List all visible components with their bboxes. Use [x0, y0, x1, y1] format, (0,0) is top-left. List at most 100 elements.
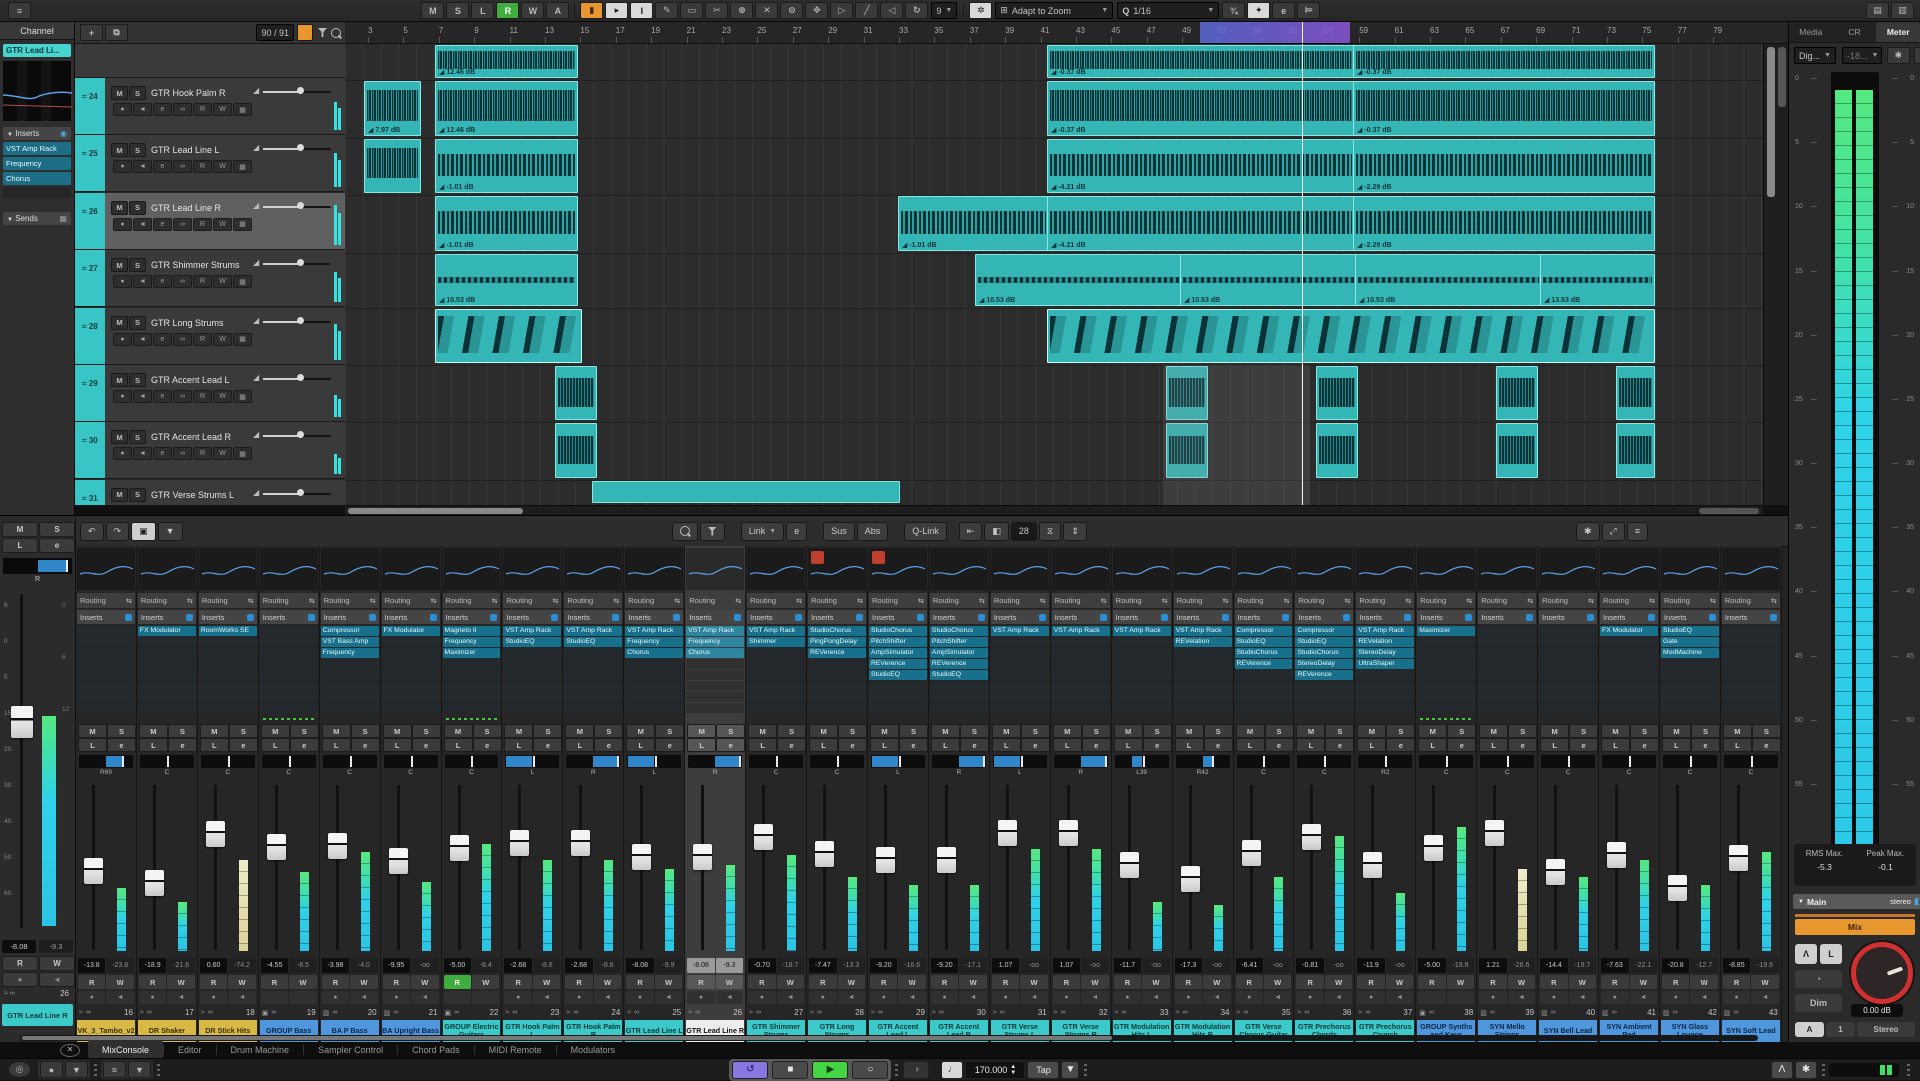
insert-slot[interactable]	[808, 681, 866, 691]
track-sub-button-6[interactable]: ▦	[233, 103, 252, 116]
insert-slot[interactable]	[443, 681, 501, 691]
channel-write-button[interactable]: W	[959, 975, 986, 989]
channel-fader-handle[interactable]	[1242, 840, 1261, 866]
track-row-partial[interactable]	[75, 44, 345, 78]
channel-read-button[interactable]: R	[1601, 975, 1628, 989]
audio-event[interactable]: ◢ 10.53 dB	[975, 254, 1182, 306]
insert-slot[interactable]	[869, 692, 927, 702]
track-sub-button-6[interactable]: ▦	[233, 447, 252, 460]
channel-record-icon[interactable]: ●	[870, 991, 897, 1004]
track-solo-button[interactable]: S	[129, 488, 146, 502]
strip-read-button[interactable]: R	[2, 956, 38, 971]
insert-slot[interactable]	[503, 659, 561, 669]
audio-event[interactable]	[1616, 423, 1655, 478]
insert-slot[interactable]	[1235, 681, 1293, 691]
insert-slot[interactable]	[930, 692, 988, 702]
channel-solo-button[interactable]: S	[1691, 724, 1720, 738]
channel-routing-header[interactable]: Routing⇆	[808, 593, 866, 608]
track-sub-button-1[interactable]: ◄	[133, 447, 152, 460]
insert-slot[interactable]	[869, 681, 927, 691]
channel-edit-button[interactable]: e	[229, 738, 258, 752]
channel-routing-header[interactable]: Routing⇆	[1600, 593, 1658, 608]
channel-fader-handle[interactable]	[1120, 852, 1139, 878]
insert-slot[interactable]	[1661, 703, 1719, 713]
channel-listen-button[interactable]: L	[1723, 738, 1752, 752]
channel-solo-button[interactable]: S	[1386, 724, 1415, 738]
insert-slot[interactable]	[1052, 692, 1110, 702]
channel-routing-header[interactable]: Routing⇆	[199, 593, 257, 608]
insert-slot[interactable]: REVerence	[1295, 670, 1353, 680]
channel-routing-header[interactable]: Routing⇆	[625, 593, 683, 608]
track-visibility-count[interactable]: 90 / 91	[256, 24, 294, 41]
channel-write-button[interactable]: W	[472, 975, 499, 989]
insert-slot[interactable]: Shimmer	[747, 637, 805, 647]
channel-write-button[interactable]: W	[289, 975, 316, 989]
channel-solo-button[interactable]: S	[1630, 724, 1659, 738]
channel-routing-header[interactable]: Routing⇆	[1539, 593, 1597, 608]
mixer-channel[interactable]: Routing⇆InsertsVST Amp RackShimmerMSLeC-…	[746, 546, 807, 1043]
insert-slot[interactable]	[1722, 626, 1780, 636]
arrange-horizontal-scrollbar[interactable]	[345, 505, 1763, 515]
insert-slot[interactable]	[1113, 659, 1171, 669]
insert-slot[interactable]: VST Amp Rack	[686, 626, 744, 636]
channel-read-button[interactable]: R	[383, 975, 410, 989]
insert-slot[interactable]: REVerence	[808, 648, 866, 658]
mixer-channel[interactable]: Routing⇆InsertsVST Amp RackMSLeL39-11.7-…	[1112, 546, 1173, 1043]
insert-slot[interactable]	[1539, 703, 1597, 713]
insert-slot[interactable]: RoomWorks SE	[199, 626, 257, 636]
insert-slot[interactable]: Frequency	[625, 637, 683, 647]
metronome-icon[interactable]: ♩	[941, 1061, 963, 1079]
right-tab-meter[interactable]: Meter	[1876, 22, 1920, 42]
absolute-button[interactable]: Abs	[857, 522, 889, 541]
erase-icon[interactable]: ▭	[680, 2, 703, 19]
visibility-lock-icon[interactable]	[297, 24, 313, 41]
channel-inserts-header[interactable]: Inserts	[1235, 610, 1293, 624]
insert-slot[interactable]	[199, 703, 257, 713]
insert-slot[interactable]	[625, 692, 683, 702]
channel-inserts-header[interactable]: Inserts	[1295, 610, 1353, 624]
mixer-channel[interactable]: Routing⇆InsertsVST Amp RackMSLeL1.07-ooR…	[990, 546, 1051, 1043]
insert-slot[interactable]	[1722, 648, 1780, 658]
timeline-ruler[interactable]: 3579111315171921232527293133353739414345…	[345, 22, 1788, 44]
event-display-area[interactable]: ◢ 12.46 dB◢ -0.37 dB◢ -0.37 dB◢ 7.97 dB◢…	[345, 44, 1763, 505]
channel-mute-button[interactable]: M	[1723, 724, 1752, 738]
track-solo-button[interactable]: S	[129, 373, 146, 387]
insert-slot[interactable]	[1417, 692, 1475, 702]
insert-slot[interactable]: Maximizer	[443, 648, 501, 658]
channel-solo-button[interactable]: S	[1082, 724, 1111, 738]
channel-curve-display[interactable]	[1722, 548, 1780, 590]
downmix-1-button[interactable]: 1	[1826, 1022, 1855, 1037]
channel-mute-button[interactable]: M	[687, 724, 716, 738]
channel-read-button[interactable]: R	[1357, 975, 1384, 989]
channel-routing-header[interactable]: Routing⇆	[1052, 593, 1110, 608]
channel-peak-value[interactable]: -8.6	[594, 958, 621, 973]
insert-slot[interactable]	[260, 648, 318, 658]
insert-slot[interactable]	[1539, 659, 1597, 669]
channel-solo-button[interactable]: S	[168, 724, 197, 738]
insert-slot[interactable]: ModMachine	[1661, 648, 1719, 658]
metronome-click-button[interactable]: Λ	[1795, 944, 1817, 964]
insert-slot[interactable]: Compressor	[1235, 626, 1293, 636]
insert-slot[interactable]: Frequency	[686, 637, 744, 647]
track-sub-button-4[interactable]: R	[193, 447, 212, 460]
insert-slot[interactable]	[1417, 703, 1475, 713]
track-row[interactable]: ≈ 26MSGTR Lead Line R◢●◄e∞RW▦	[75, 193, 345, 250]
track-mute-button[interactable]: M	[111, 316, 128, 330]
mixer-channel[interactable]: Routing⇆InsertsVST Amp RackStudioEQMSLeL…	[502, 546, 563, 1043]
channel-fader-handle[interactable]	[1729, 845, 1748, 871]
insert-slot[interactable]	[321, 681, 379, 691]
audio-event[interactable]: ◢ -2.29 dB	[1353, 139, 1655, 193]
insert-slot[interactable]: REVelation	[1356, 637, 1414, 647]
channel-volume-value[interactable]: -7.63	[1601, 958, 1628, 973]
line-icon[interactable]: ╱	[855, 2, 878, 19]
channel-monitor-icon[interactable]: ◄	[1690, 991, 1717, 1004]
channel-pan[interactable]: C	[1660, 755, 1720, 779]
channel-routing-header[interactable]: Routing⇆	[1356, 593, 1414, 608]
channel-read-button[interactable]: R	[1662, 975, 1689, 989]
track-mute-button[interactable]: M	[111, 373, 128, 387]
track-sub-button-4[interactable]: R	[193, 333, 212, 346]
insert-slot[interactable]	[747, 703, 805, 713]
insert-slot[interactable]	[1600, 670, 1658, 680]
insert-slot[interactable]	[1478, 659, 1536, 669]
dim-button[interactable]: Dim	[1795, 994, 1842, 1012]
